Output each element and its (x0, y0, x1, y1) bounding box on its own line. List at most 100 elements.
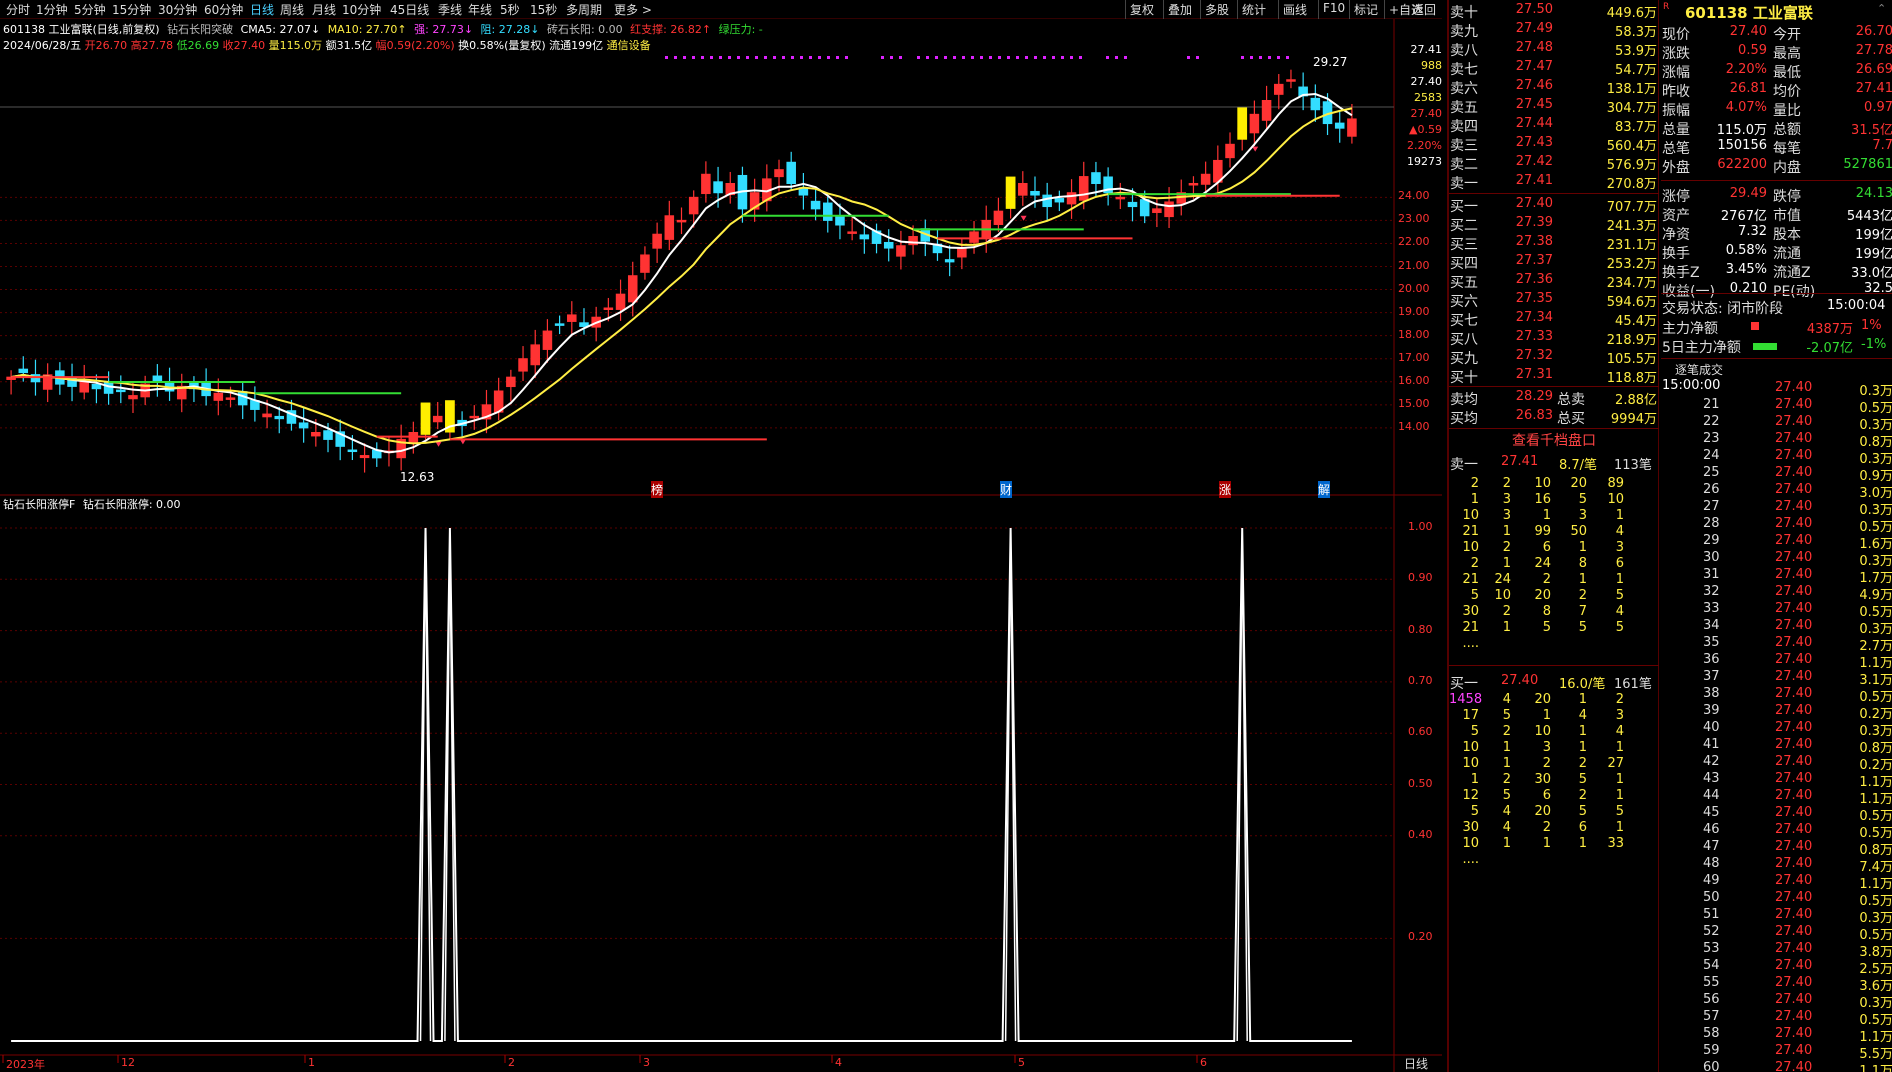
sell-queue-cell: 21 (1462, 524, 1479, 539)
book-label: 卖四 (1450, 119, 1478, 135)
signal-dot (683, 56, 686, 59)
back-button[interactable]: 返回 (1408, 0, 1440, 19)
quote-value: 26.70 (1855, 24, 1892, 39)
event-marker-zhang[interactable]: 涨 (1219, 481, 1232, 498)
sell1-queue-price: 27.41 (1501, 454, 1539, 469)
sell-queue-cell: 5 (1470, 588, 1479, 603)
tab-weekly[interactable]: 周线 (280, 1, 304, 18)
tab-1min[interactable]: 1分钟 (36, 1, 68, 18)
tick-price: 27.40 (1775, 1060, 1813, 1072)
mark-button[interactable]: 标记 (1349, 0, 1382, 19)
tab-15sec[interactable]: 15秒 (530, 1, 557, 18)
ask-row[interactable]: 卖九 27.49 58.3万 (1449, 21, 1659, 40)
bid-row[interactable]: 买八 27.33 218.9万 (1449, 329, 1659, 348)
signal-dot (1025, 56, 1028, 59)
ask-row[interactable]: 卖三 27.43 560.4万 (1449, 135, 1659, 154)
buy-queue-cell: 5 (1502, 708, 1511, 723)
book-volume: 138.1万 (1606, 82, 1657, 97)
quote-label: 内盘 (1773, 160, 1801, 176)
tab-monthly[interactable]: 月线 (312, 1, 336, 18)
tab-5sec[interactable]: 5秒 (500, 1, 520, 18)
flow5-label: 5日主力净额 (1662, 340, 1741, 356)
book-price: 27.40 (1515, 196, 1553, 211)
collapse-icon[interactable]: ⌃ (1877, 2, 1886, 21)
tab-10min[interactable]: 10分钟 (342, 1, 381, 18)
signal-dot (926, 56, 929, 59)
ask-row[interactable]: 卖六 27.46 138.1万 (1449, 78, 1659, 97)
tab-15min[interactable]: 15分钟 (112, 1, 151, 18)
candle-body (896, 245, 906, 257)
tab-30min[interactable]: 30分钟 (158, 1, 197, 18)
bid-row[interactable]: 买十 27.31 118.8万 (1449, 367, 1659, 386)
view-full-depth-link[interactable]: 查看千档盘口 (1449, 430, 1659, 449)
bid-row[interactable]: 买七 27.34 45.4万 (1449, 310, 1659, 329)
ask-row[interactable]: 卖四 27.44 83.7万 (1449, 116, 1659, 135)
ask-row[interactable]: 卖十 27.50 449.6万 (1449, 2, 1659, 21)
candle-body (359, 455, 370, 459)
quote-value: 2767亿 (1720, 209, 1767, 224)
tab-60min[interactable]: 60分钟 (204, 1, 243, 18)
buy-queue-cell: 6 (1542, 788, 1551, 803)
bid-row[interactable]: 买二 27.39 241.3万 (1449, 215, 1659, 234)
multi-stock-button[interactable]: 多股 (1200, 0, 1233, 19)
event-marker-cai[interactable]: 财 (1000, 481, 1013, 498)
signal-dot (728, 56, 731, 59)
f10-button[interactable]: F10 (1318, 0, 1349, 19)
restore-rights-button[interactable]: 复权 (1125, 0, 1158, 19)
book-volume: 54.7万 (1615, 63, 1657, 78)
draw-line-button[interactable]: 画线 (1278, 0, 1311, 19)
bid-row[interactable]: 买三 27.38 231.1万 (1449, 234, 1659, 253)
tab-more[interactable]: 更多 > (614, 1, 652, 18)
book-volume: 45.4万 (1615, 314, 1657, 329)
tab-multi-period[interactable]: 多周期 (566, 1, 602, 18)
ask-row[interactable]: 卖二 27.42 576.9万 (1449, 154, 1659, 173)
candle-body (713, 181, 723, 194)
bid-row[interactable]: 买六 27.35 594.6万 (1449, 291, 1659, 310)
sub-tick: 0.80 (1408, 622, 1433, 636)
ask-row[interactable]: 卖七 27.47 54.7万 (1449, 59, 1659, 78)
book-price: 27.47 (1515, 59, 1553, 74)
buy-queue-cell: 1 (1578, 692, 1587, 707)
sell-queue-cell: 6 (1615, 556, 1624, 571)
kline-chart[interactable] (0, 19, 1442, 1072)
candle-body (774, 169, 784, 178)
book-label: 卖一 (1450, 176, 1478, 192)
tab-fenshi[interactable]: 分时 (6, 1, 30, 18)
date-tick: 1 (308, 1056, 315, 1069)
ask-row[interactable]: 卖五 27.45 304.7万 (1449, 97, 1659, 116)
signal-dot (800, 56, 803, 59)
stats-button[interactable]: 统计 (1237, 0, 1270, 19)
book-label: 卖五 (1450, 100, 1478, 116)
bid-row[interactable]: 买一 27.40 707.7万 (1449, 196, 1659, 215)
event-marker-jie[interactable]: 解 (1318, 481, 1331, 498)
tab-45day[interactable]: 45日线 (390, 1, 429, 18)
candle-body (847, 231, 857, 234)
order-book: 卖十 27.50 449.6万 卖九 27.49 58.3万 卖八 27.48 53.9万 卖七 2… (1449, 0, 1659, 1072)
tab-yearly[interactable]: 年线 (468, 1, 492, 18)
quote-label: 最高 (1773, 46, 1801, 62)
candle-body (810, 200, 821, 210)
signal-dot (1277, 56, 1280, 59)
ask-row[interactable]: 卖一 27.41 270.8万 (1449, 173, 1659, 192)
book-price: 27.44 (1515, 116, 1553, 131)
candle-body (1139, 199, 1150, 217)
buy-queue-cell: 1 (1615, 788, 1624, 803)
event-marker-bang[interactable]: 榜 (651, 481, 664, 498)
divider (1449, 665, 1659, 666)
candle-body (823, 202, 833, 221)
price-tick: 18.00 (1398, 327, 1430, 341)
ask-row[interactable]: 卖八 27.48 53.9万 (1449, 40, 1659, 59)
tab-5min[interactable]: 5分钟 (74, 1, 106, 18)
bid-row[interactable]: 买九 27.32 105.5万 (1449, 348, 1659, 367)
tab-quarterly[interactable]: 季线 (438, 1, 462, 18)
overlay-button[interactable]: 叠加 (1163, 0, 1196, 19)
bid-row[interactable]: 买四 27.37 253.2万 (1449, 253, 1659, 272)
signal-dot (1070, 56, 1073, 59)
book-label: 买六 (1450, 294, 1478, 310)
signal-dot (1079, 56, 1082, 59)
signal-dot (755, 56, 758, 59)
book-volume: 218.9万 (1606, 333, 1657, 348)
bid-row[interactable]: 买五 27.36 234.7万 (1449, 272, 1659, 291)
tab-daily[interactable]: 日线 (250, 1, 274, 18)
signal-dot (890, 56, 893, 59)
